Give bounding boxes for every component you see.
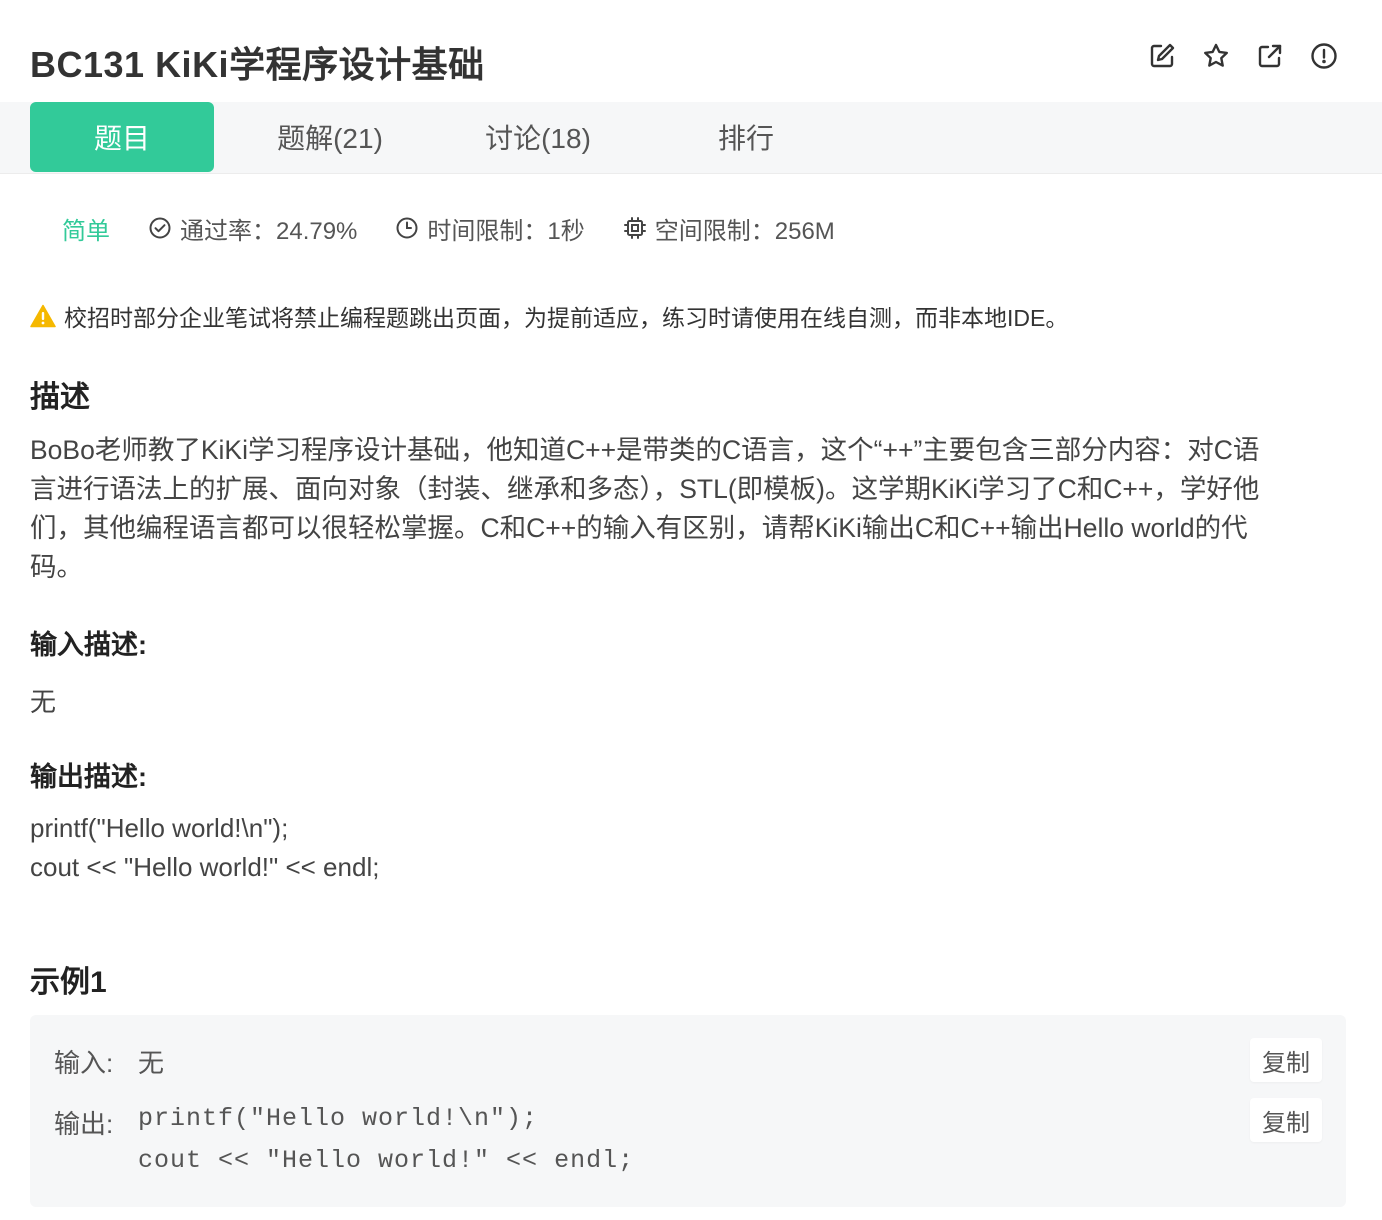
- description-text: BoBo老师教了KiKi学习程序设计基础，他知道C++是带类的C语言，这个“++…: [30, 431, 1352, 587]
- example-heading: 示例1: [30, 966, 107, 999]
- description-line: 码。: [30, 552, 83, 582]
- clock-icon: [396, 217, 418, 239]
- example-output-line-2: cout << "Hello world!" << endl;: [138, 1146, 635, 1175]
- warning-icon: [30, 304, 56, 328]
- chip-icon: [623, 217, 646, 239]
- share-icon[interactable]: [1254, 40, 1286, 72]
- example-input-label: 输入:: [54, 1048, 114, 1078]
- description-line: BoBo老师教了KiKi学习程序设计基础，他知道C++是带类的C语言，这个“++…: [30, 435, 1260, 465]
- problem-meta: 简单 通过率：24.79% 时间限制：1秒 空间限制：256M: [62, 210, 873, 246]
- input-heading: 输入描述:: [30, 630, 147, 660]
- output-line-1: printf("Hello world!\n");: [30, 813, 289, 843]
- copy-output-button[interactable]: 复制: [1250, 1098, 1322, 1142]
- example-output-line-1: printf("Hello world!\n");: [138, 1104, 539, 1133]
- description-line: 们，其他编程语言都可以很轻松掌握。C和C++的输入有区别，请帮KiKi输出C和C…: [30, 513, 1248, 543]
- warning-text: 校招时部分企业笔试将禁止编程题跳出页面，为提前适应，练习时请使用在线自测，而非本…: [64, 305, 1069, 331]
- check-circle-icon: [149, 217, 171, 239]
- tab-bar: 题目 题解(21) 讨论(18) 排行: [0, 102, 1382, 174]
- memory-limit: 空间限制：256M: [623, 211, 835, 246]
- input-text: 无: [30, 687, 57, 717]
- description-line: 言进行语法上的扩展、面向对象（封装、继承和多态），STL(即模板)。这学期KiK…: [30, 474, 1260, 504]
- tab-ranking[interactable]: 排行: [654, 102, 838, 172]
- output-heading: 输出描述:: [30, 762, 147, 792]
- tab-problem[interactable]: 题目: [30, 102, 214, 172]
- example-input-value: 无: [138, 1048, 165, 1078]
- tab-solutions[interactable]: 题解(21): [238, 102, 422, 172]
- header-actions: [1146, 40, 1340, 72]
- description-heading: 描述: [30, 381, 90, 414]
- star-icon[interactable]: [1200, 40, 1232, 72]
- time-limit-text: 时间限制：1秒: [427, 217, 585, 245]
- edit-icon[interactable]: [1146, 40, 1178, 72]
- warning-notice: 校招时部分企业笔试将禁止编程题跳出页面，为提前适应，练习时请使用在线自测，而非本…: [30, 299, 1068, 333]
- page-title: BC131 KiKi学程序设计基础: [30, 44, 485, 85]
- example-box: 输入: 无 复制 输出: printf("Hello world!\n"); c…: [30, 1015, 1346, 1207]
- page-header: BC131 KiKi学程序设计基础: [0, 0, 1382, 102]
- output-line-2: cout << "Hello world!" << endl;: [30, 852, 380, 882]
- report-icon[interactable]: [1308, 40, 1340, 72]
- pass-rate: 通过率：24.79%: [148, 211, 357, 246]
- memory-limit-text: 空间限制：256M: [654, 217, 835, 245]
- copy-input-button[interactable]: 复制: [1250, 1038, 1322, 1082]
- example-output-label: 输出:: [54, 1109, 114, 1139]
- time-limit: 时间限制：1秒: [395, 211, 585, 246]
- pass-rate-text: 通过率：24.79%: [180, 217, 358, 245]
- tab-discussion[interactable]: 讨论(18): [446, 102, 630, 172]
- difficulty-badge: 简单: [62, 217, 110, 245]
